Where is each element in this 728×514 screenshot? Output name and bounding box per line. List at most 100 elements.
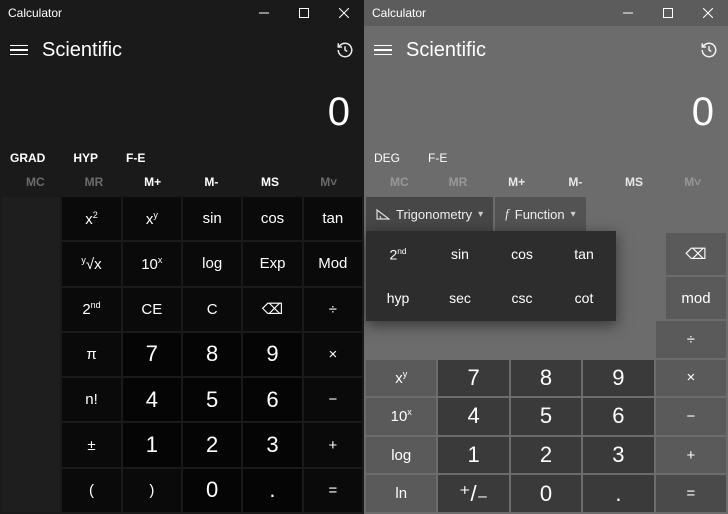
add-button[interactable]: + [656,437,726,474]
num-3-button[interactable]: 3 [583,437,653,474]
csc-button[interactable]: csc [492,277,552,319]
subtract-button[interactable]: − [304,378,362,421]
pi-button[interactable]: π [62,333,120,376]
divide-button[interactable]: ÷ [304,288,362,331]
keypad: x2 xy sin cos tan y√x 10x log Exp Mod 2n… [0,195,364,514]
second-button[interactable]: 2nd [368,233,428,275]
decimal-button[interactable]: . [583,475,653,512]
lparen-button[interactable]: ( [62,469,120,512]
equals-button[interactable]: = [656,475,726,512]
menu-icon[interactable] [10,45,28,56]
num-2-button[interactable]: 2 [183,423,241,466]
num-6-button[interactable]: 6 [583,398,653,435]
mc-button[interactable]: MC [370,175,429,189]
mod-button[interactable]: Mod [304,242,362,285]
negate-button[interactable]: ⁺/₋ [438,475,508,512]
mlist-button[interactable]: M˅ [299,175,358,189]
yroot-button[interactable]: y√x [62,242,120,285]
function-dropdown[interactable]: f Function ▾ [495,197,586,231]
sec-button[interactable]: sec [430,277,490,319]
num-7-button[interactable]: 7 [438,360,508,397]
mr-button[interactable]: MR [65,175,124,189]
angle-mode-button[interactable]: GRAD [10,151,45,165]
num-9-button[interactable]: 9 [243,333,301,376]
trig-popup: 2nd sin cos tan hyp sec csc cot [366,231,616,321]
num-6-button[interactable]: 6 [243,378,301,421]
ce-button[interactable]: CE [123,288,181,331]
ln-button[interactable]: ln [366,475,436,512]
ms-button[interactable]: MS [241,175,300,189]
mc-button[interactable]: MC [6,175,65,189]
num-9-button[interactable]: 9 [583,360,653,397]
hyp-button[interactable]: hyp [368,277,428,319]
hyp-button[interactable]: HYP [73,151,98,165]
mminus-button[interactable]: M- [546,175,605,189]
cos-button[interactable]: cos [492,233,552,275]
cot-button[interactable]: cot [554,277,614,319]
angle-mode-button[interactable]: DEG [374,151,400,165]
divide-button[interactable]: ÷ [656,321,726,358]
num-2-button[interactable]: 2 [511,437,581,474]
app-title: Calculator [8,6,62,20]
mminus-button[interactable]: M- [182,175,241,189]
num-5-button[interactable]: 5 [511,398,581,435]
tenx-button[interactable]: 10x [366,398,436,435]
backspace-button[interactable]: ⌫ [666,233,726,275]
close-button[interactable] [324,0,364,26]
negate-button[interactable]: ± [62,423,120,466]
num-8-button[interactable]: 8 [511,360,581,397]
sin-button[interactable]: sin [430,233,490,275]
maximize-button[interactable] [648,0,688,26]
close-button[interactable] [688,0,728,26]
angle-icon [376,208,390,220]
mlist-button[interactable]: M˅ [663,175,722,189]
minimize-button[interactable] [244,0,284,26]
sin-button[interactable]: sin [183,197,241,240]
fe-button[interactable]: F-E [428,151,447,165]
cos-button[interactable]: cos [243,197,301,240]
num-0-button[interactable]: 0 [511,475,581,512]
num-1-button[interactable]: 1 [123,423,181,466]
num-4-button[interactable]: 4 [438,398,508,435]
log-button[interactable]: log [366,437,436,474]
exp-button[interactable]: Exp [243,242,301,285]
num-5-button[interactable]: 5 [183,378,241,421]
num-3-button[interactable]: 3 [243,423,301,466]
num-4-button[interactable]: 4 [123,378,181,421]
second-button[interactable]: 2nd [62,288,120,331]
fe-button[interactable]: F-E [126,151,145,165]
factorial-button[interactable]: n! [62,378,120,421]
minimize-button[interactable] [608,0,648,26]
multiply-button[interactable]: × [656,360,726,397]
num-8-button[interactable]: 8 [183,333,241,376]
tenx-button[interactable]: 10x [123,242,181,285]
history-icon[interactable] [700,41,718,59]
add-button[interactable]: + [304,423,362,466]
num-1-button[interactable]: 1 [438,437,508,474]
tan-button[interactable]: tan [554,233,614,275]
subtract-button[interactable]: − [656,398,726,435]
xy-button[interactable]: xy [366,360,436,397]
mr-button[interactable]: MR [429,175,488,189]
mplus-button[interactable]: M+ [123,175,182,189]
num-7-button[interactable]: 7 [123,333,181,376]
mplus-button[interactable]: M+ [487,175,546,189]
decimal-button[interactable]: . [243,469,301,512]
ms-button[interactable]: MS [605,175,664,189]
mod-button[interactable]: mod [666,277,726,319]
maximize-button[interactable] [284,0,324,26]
xy-button[interactable]: xy [123,197,181,240]
log-button[interactable]: log [183,242,241,285]
function-icon: f [505,206,509,222]
trig-dropdown[interactable]: Trigonometry ▾ [366,197,493,231]
multiply-button[interactable]: × [304,333,362,376]
equals-button[interactable]: = [304,469,362,512]
backspace-button[interactable]: ⌫ [243,288,301,331]
x2-button[interactable]: x2 [62,197,120,240]
c-button[interactable]: C [183,288,241,331]
rparen-button[interactable]: ) [123,469,181,512]
history-icon[interactable] [336,41,354,59]
num-0-button[interactable]: 0 [183,469,241,512]
menu-icon[interactable] [374,45,392,56]
tan-button[interactable]: tan [304,197,362,240]
